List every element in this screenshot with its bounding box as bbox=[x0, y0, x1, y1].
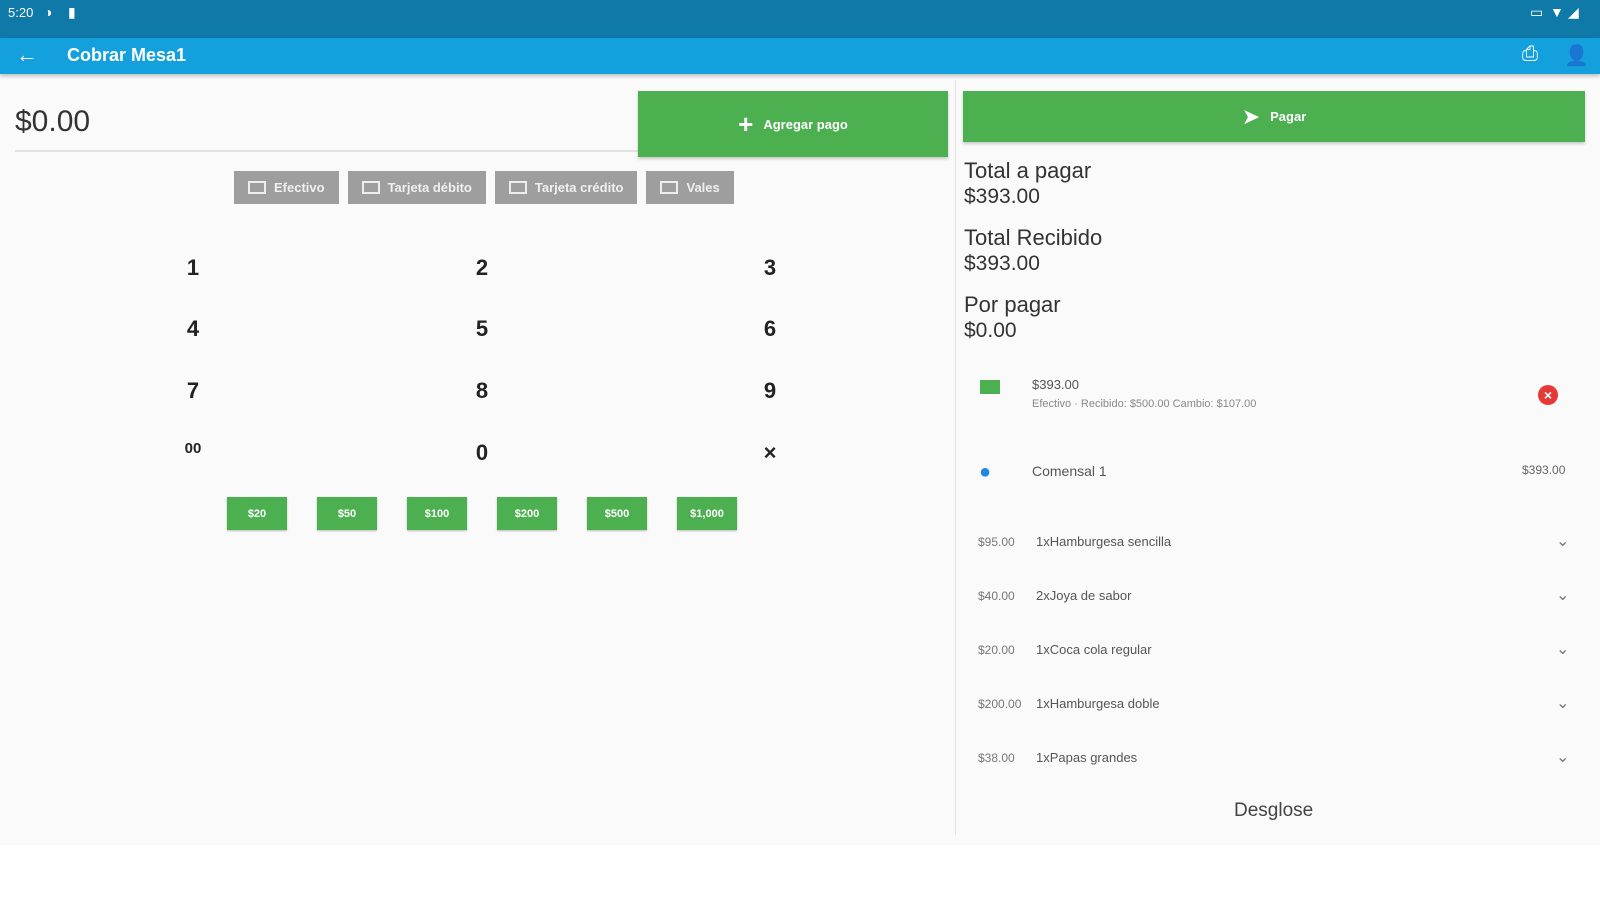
method-vouchers-button[interactable]: Vales bbox=[646, 171, 734, 204]
order-item[interactable]: $38.00 1xPapas grandes ⌄ bbox=[978, 747, 1569, 771]
add-person-icon[interactable]: 👤 bbox=[1564, 43, 1589, 68]
method-label: Efectivo bbox=[274, 180, 325, 195]
status-signal-icon: ◢ bbox=[1568, 4, 1579, 20]
plus-icon: + bbox=[738, 108, 754, 139]
method-cash-button[interactable]: Efectivo bbox=[234, 171, 339, 204]
payment-methods: Efectivo Tarjeta débito Tarjeta crédito … bbox=[234, 171, 734, 204]
payment-amount: $393.00 bbox=[1032, 377, 1079, 392]
key-9[interactable]: 9 bbox=[740, 371, 800, 411]
app-bar: ← Cobrar Mesa1 ⎙ 👤 bbox=[0, 38, 1600, 74]
quick-amount-button[interactable]: $200 bbox=[497, 497, 557, 530]
status-time: 5:20 bbox=[8, 5, 34, 20]
payment-detail: Efectivo · Recibido: $500.00 Cambio: $10… bbox=[1032, 398, 1257, 410]
order-item[interactable]: $95.00 1xHamburgesa sencilla ⌄ bbox=[978, 531, 1569, 555]
chevron-down-icon[interactable]: ⌄ bbox=[1556, 585, 1569, 605]
bottom-area bbox=[0, 845, 1600, 900]
method-label: Tarjeta débito bbox=[387, 180, 472, 195]
back-arrow-icon[interactable]: ← bbox=[16, 42, 38, 68]
item-price: $20.00 bbox=[978, 643, 1015, 657]
order-item[interactable]: $40.00 2xJoya de sabor ⌄ bbox=[978, 585, 1569, 609]
pending-value: $0.00 bbox=[964, 319, 1017, 342]
page-title: Cobrar Mesa1 bbox=[67, 45, 187, 65]
item-price: $95.00 bbox=[978, 535, 1015, 549]
method-credit-button[interactable]: Tarjeta crédito bbox=[494, 171, 638, 204]
person-icon: ● bbox=[979, 461, 992, 483]
cash-icon bbox=[248, 181, 266, 194]
quick-amount-button[interactable]: $500 bbox=[587, 497, 647, 530]
method-debit-button[interactable]: Tarjeta débito bbox=[347, 171, 486, 204]
cash-icon bbox=[980, 380, 1000, 394]
amount-display[interactable]: $0.00 bbox=[15, 105, 90, 139]
key-5[interactable]: 5 bbox=[452, 309, 512, 349]
item-name: 2xJoya de sabor bbox=[1036, 588, 1132, 603]
key-1[interactable]: 1 bbox=[163, 248, 223, 288]
key-2[interactable]: 2 bbox=[452, 248, 512, 288]
key-6[interactable]: 6 bbox=[740, 309, 800, 349]
method-label: Vales bbox=[686, 180, 720, 195]
order-item[interactable]: $200.00 1xHamburgesa doble ⌄ bbox=[978, 693, 1569, 717]
key-3[interactable]: 3 bbox=[740, 248, 800, 288]
chevron-down-icon[interactable]: ⌄ bbox=[1556, 531, 1569, 551]
total-received-value: $393.00 bbox=[964, 252, 1040, 275]
quick-amount-button[interactable]: $100 bbox=[407, 497, 467, 530]
status-battery-icon: ▭ bbox=[1530, 4, 1544, 20]
status-wifi-icon: ▼ bbox=[1550, 4, 1564, 20]
item-name: 1xPapas grandes bbox=[1036, 750, 1138, 765]
key-7[interactable]: 7 bbox=[163, 371, 223, 411]
add-payment-label: Agregar pago bbox=[763, 116, 848, 132]
order-item[interactable]: $20.00 1xCoca cola regular ⌄ bbox=[978, 639, 1569, 663]
add-payment-button[interactable]: + Agregar pago bbox=[638, 91, 948, 157]
pay-button[interactable]: ➤ Pagar bbox=[963, 91, 1585, 142]
item-name: 1xHamburgesa doble bbox=[1036, 696, 1160, 711]
total-to-pay-label: Total a pagar bbox=[964, 158, 1092, 183]
amount-underline bbox=[15, 150, 640, 152]
item-name: 1xHamburgesa sencilla bbox=[1036, 534, 1172, 549]
item-price: $38.00 bbox=[978, 751, 1015, 765]
desglose-button[interactable]: Desglose bbox=[1234, 800, 1313, 822]
pay-label: Pagar bbox=[1270, 109, 1307, 124]
pending-label: Por pagar bbox=[964, 292, 1061, 317]
chevron-down-icon[interactable]: ⌄ bbox=[1556, 693, 1569, 713]
send-icon: ➤ bbox=[1241, 103, 1261, 129]
quick-amount-button[interactable]: $1,000 bbox=[677, 497, 737, 530]
quick-amount-button[interactable]: $20 bbox=[227, 497, 287, 530]
key-00[interactable]: 00 bbox=[163, 428, 223, 468]
item-name: 1xCoca cola regular bbox=[1036, 642, 1152, 657]
key-8[interactable]: 8 bbox=[452, 371, 512, 411]
diner-total: $393.00 bbox=[1522, 463, 1566, 477]
panel-divider bbox=[955, 80, 956, 835]
print-icon[interactable]: ⎙ bbox=[1522, 43, 1538, 66]
remove-payment-icon[interactable]: × bbox=[1538, 385, 1558, 405]
card-icon bbox=[361, 181, 380, 194]
status-app-icon: ◑ bbox=[44, 4, 53, 20]
key-0[interactable]: 0 bbox=[452, 433, 512, 473]
key-4[interactable]: 4 bbox=[163, 309, 223, 349]
chevron-down-icon[interactable]: ⌄ bbox=[1556, 639, 1569, 659]
key-clear[interactable]: × bbox=[740, 433, 800, 473]
chevron-down-icon[interactable]: ⌄ bbox=[1556, 747, 1569, 767]
item-price: $40.00 bbox=[978, 589, 1015, 603]
item-price: $200.00 bbox=[978, 697, 1022, 711]
total-received-label: Total Recibido bbox=[964, 225, 1103, 250]
total-to-pay-value: $393.00 bbox=[964, 185, 1040, 208]
voucher-icon bbox=[660, 181, 679, 194]
diner-name: Comensal 1 bbox=[1032, 463, 1107, 479]
card-icon bbox=[508, 181, 527, 194]
status-bar: 5:20 ◑ ▮ ▭ ▼ ◢ bbox=[0, 0, 1600, 38]
quick-amount-button[interactable]: $50 bbox=[317, 497, 377, 530]
method-label: Tarjeta crédito bbox=[534, 180, 624, 195]
status-sd-icon: ▮ bbox=[68, 4, 76, 20]
